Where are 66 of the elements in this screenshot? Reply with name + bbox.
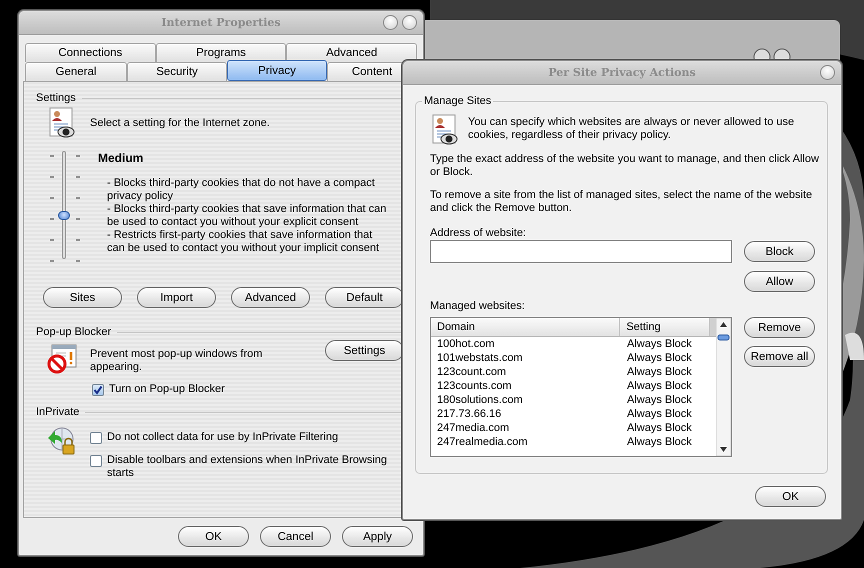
tab[interactable]: General: [25, 62, 127, 81]
cancel-button[interactable]: Cancel: [260, 526, 331, 547]
table-cell[interactable]: 123counts.com: [431, 380, 621, 392]
tab[interactable]: Connections: [25, 43, 156, 62]
sites-button[interactable]: Sites: [43, 287, 122, 308]
column-header[interactable]: Domain: [431, 318, 620, 336]
block-button[interactable]: Block: [744, 241, 815, 262]
table-cell[interactable]: 123count.com: [431, 366, 621, 378]
table-cell[interactable]: Always Block: [621, 380, 711, 392]
table-cell[interactable]: Always Block: [621, 338, 711, 350]
group-heading: Manage Sites: [422, 95, 494, 107]
table-cell[interactable]: 100hot.com: [431, 338, 621, 350]
default-button[interactable]: Default: [325, 287, 404, 308]
tab[interactable]: Security: [127, 62, 227, 81]
section-heading: InPrivate: [36, 406, 80, 418]
advanced-button[interactable]: Advanced: [231, 287, 310, 308]
apply-button[interactable]: Apply: [342, 526, 413, 547]
table-cell[interactable]: 247realmedia.com: [431, 436, 621, 448]
popup-settings-button[interactable]: Settings: [325, 340, 404, 361]
help-button[interactable]: [383, 15, 398, 30]
checkbox[interactable]: [90, 455, 102, 467]
checkbox[interactable]: [92, 384, 104, 396]
import-button[interactable]: Import: [137, 287, 216, 308]
level-description: - Blocks third-party cookies that do not have a compact privacy policy: [107, 177, 376, 203]
empty-column-header: [710, 318, 716, 336]
ok-button[interactable]: OK: [755, 486, 826, 507]
checkbox-label: Do not collect data for use by InPrivate Filtering: [107, 431, 338, 444]
table-cell[interactable]: Always Block: [621, 366, 711, 378]
table-cell[interactable]: Always Block: [621, 408, 711, 420]
ok-button[interactable]: OK: [178, 526, 249, 547]
table-cell[interactable]: Always Block: [621, 394, 711, 406]
window-title: Internet Properties: [161, 16, 281, 29]
table-cell[interactable]: Always Block: [621, 436, 711, 448]
popup-description: Prevent most pop-up windows from appearing.: [90, 348, 264, 374]
remove-button[interactable]: Remove: [744, 317, 815, 338]
checkbox-label: Turn on Pop-up Blocker: [109, 383, 225, 395]
table-cell[interactable]: Always Block: [621, 422, 711, 434]
checkbox-label: Disable toolbars and extensions when InPrivate Browsing starts: [107, 454, 388, 480]
slider-thumb[interactable]: [58, 210, 70, 220]
tab[interactable]: Programs: [156, 43, 286, 62]
popup-blocked-icon: [46, 342, 78, 374]
tab[interactable]: Privacy: [227, 60, 327, 81]
remove-all-button[interactable]: Remove all: [744, 346, 815, 367]
table-cell[interactable]: 180solutions.com: [431, 394, 621, 406]
section-heading: Pop-up Blocker: [36, 326, 112, 338]
close-button[interactable]: [402, 15, 417, 30]
instruction-text: Type the exact address of the website you want to manage, and then click Allow or Block.: [430, 153, 820, 179]
window-title: Per Site Privacy Actions: [548, 66, 696, 79]
instruction-text: To remove a site from the list of managed sites, select the name of the website and click the Remove button.: [430, 189, 814, 215]
level-description: - Blocks third-party cookies that save information that can be used to contact you without your explicit consent: [107, 203, 388, 229]
tab[interactable]: Advanced: [286, 43, 418, 62]
table-cell[interactable]: Always Block: [621, 352, 711, 364]
list-label: Managed websites:: [430, 300, 526, 312]
table-cell[interactable]: 217.73.66.16: [431, 408, 621, 420]
field-label: Address of website:: [430, 227, 527, 239]
level-description: - Restricts first-party cookies that save information that can be used to contact you without your implicit consent: [107, 229, 380, 255]
checkbox[interactable]: [90, 432, 102, 444]
website-address-field[interactable]: [430, 240, 732, 263]
table-cell[interactable]: 247media.com: [431, 422, 621, 434]
section-heading: Settings: [36, 92, 76, 104]
intro-text: You can specify which websites are always or never allowed to use cookies, regardless of their privacy policy.: [468, 115, 796, 143]
level-name: Medium: [98, 151, 144, 165]
table-cell[interactable]: 101webstats.com: [431, 352, 621, 364]
allow-button[interactable]: Allow: [744, 271, 815, 292]
intro-text: Select a setting for the Internet zone.: [90, 117, 270, 129]
close-button[interactable]: [820, 65, 835, 80]
